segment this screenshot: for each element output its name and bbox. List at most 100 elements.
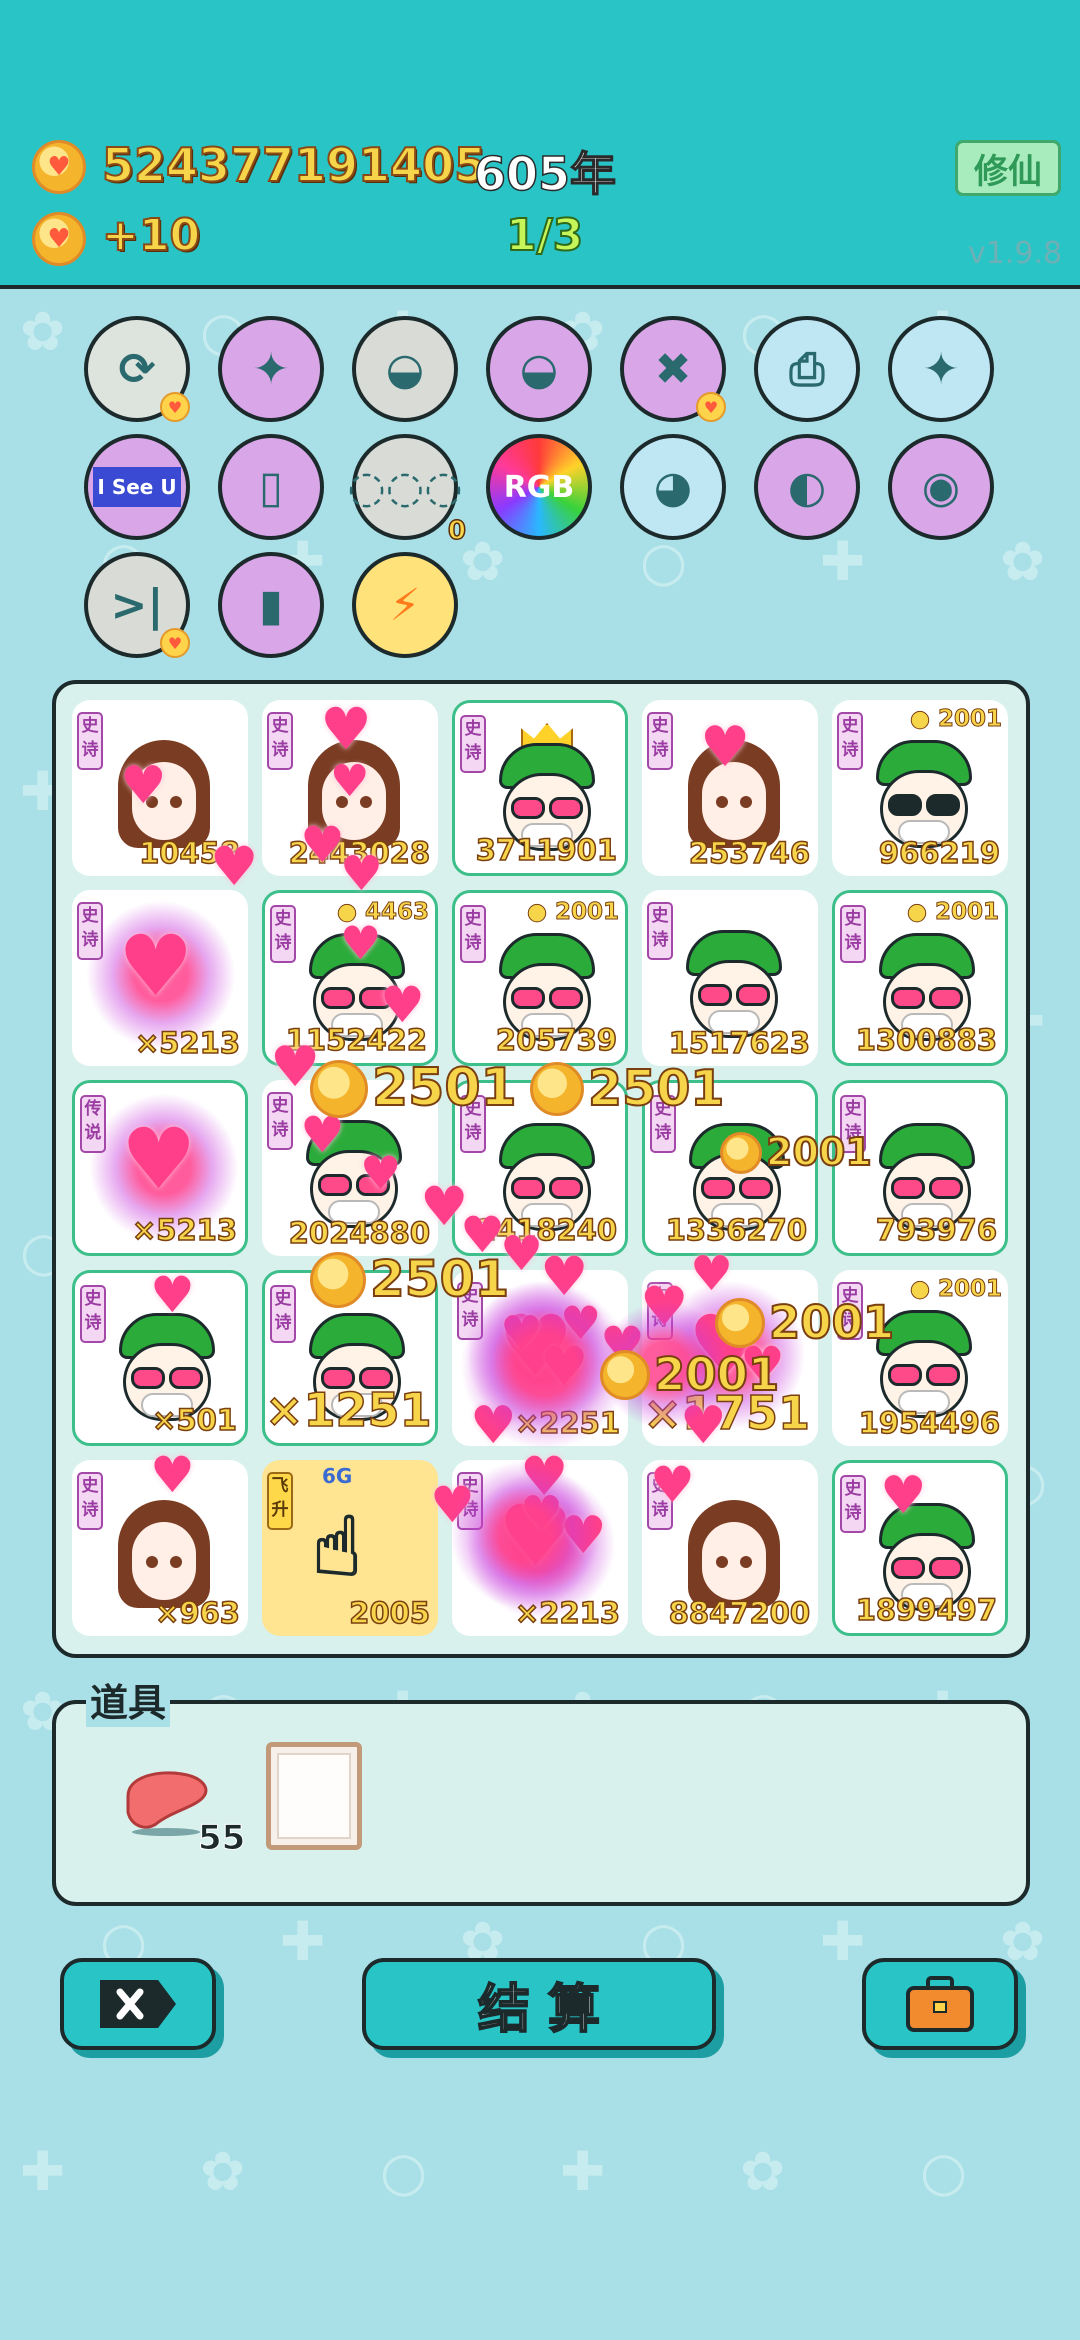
rarity-tag: 史诗 — [840, 905, 866, 963]
board-cell[interactable]: 史诗 ● 2001 1300883 — [832, 890, 1008, 1066]
i-see-u-icon[interactable]: I See U — [84, 434, 190, 540]
cell-value: 793976 — [875, 1212, 998, 1248]
chick-icon[interactable]: ◕ — [620, 434, 726, 540]
cell-bonus: ● 2001 — [906, 899, 999, 926]
board-cell[interactable]: 史诗 ● 2001 966219 — [832, 700, 1008, 876]
board-cell[interactable]: 史诗 ● 2001 205739 — [452, 890, 628, 1066]
board-cell[interactable]: 史诗 1517623 — [642, 890, 818, 1066]
jar-icon[interactable]: ▯ — [218, 434, 324, 540]
bg-decoration: ✿ — [460, 530, 506, 593]
bg-decoration: ✿ — [740, 2140, 786, 2203]
compass-icon-glyph: ✦ — [252, 343, 290, 395]
coin-popup-icon — [310, 1252, 366, 1308]
level-progress: 1/3 — [505, 209, 584, 262]
briefcase-icon — [906, 1976, 974, 2032]
rarity-tag: 史诗 — [270, 1285, 296, 1343]
cell-bonus: ● 2001 — [526, 899, 619, 926]
green-hat-character — [686, 930, 786, 1040]
cell-bonus: ● 2001 — [909, 706, 1002, 733]
egg-tray-icon[interactable]: ◌◌◌ 0 — [347, 434, 467, 547]
settle-button[interactable]: 结 算 — [362, 1958, 716, 2050]
backpack-button[interactable] — [862, 1958, 1018, 2050]
floating-heart-icon: ♥ — [150, 1446, 195, 1504]
lightning-icon-glyph: ⚡ — [389, 579, 421, 631]
coin-popup-value: 2001 — [765, 1129, 873, 1175]
rarity-tag: 史诗 — [270, 905, 296, 963]
floating-heart-icon: ♥ — [360, 1146, 402, 1200]
dog-bowl-icon-2-glyph: ◒ — [519, 343, 559, 395]
cell-value: 3711901 — [475, 832, 618, 868]
traffic-light-icon[interactable]: ▮ — [218, 552, 324, 658]
cultivate-button[interactable]: 修仙 — [955, 140, 1061, 196]
cell-bonus: ● 2001 — [909, 1276, 1002, 1303]
floating-heart-icon: ♥ — [330, 756, 370, 807]
floating-heart-icon: ♥ — [690, 1246, 734, 1302]
compass-icon-2[interactable]: ✦ — [888, 316, 994, 422]
rgb-icon-glyph: RGB — [503, 469, 575, 505]
pointing-hand-icon: ☝ — [311, 1499, 363, 1596]
floating-heart-icon: ♥ — [320, 695, 372, 763]
rarity-tag: 史诗 — [267, 712, 293, 770]
rarity-tag: 史诗 — [460, 715, 486, 773]
heart-badge-icon: ♥ — [160, 628, 190, 658]
board-cell[interactable]: 史诗 3711901 — [452, 700, 628, 876]
delete-tag-icon — [100, 1980, 176, 2028]
coin-popup-value: 2501 — [369, 1249, 510, 1309]
bg-decoration: ○ — [380, 2140, 428, 2203]
floating-heart-icon: ♥ — [650, 1456, 695, 1514]
cell-value: 1954496 — [858, 1405, 1001, 1441]
bg-decoration: ✿ — [200, 2140, 246, 2203]
printer-icon-glyph: ⎙ — [789, 343, 825, 395]
board-cell[interactable]: ♥ 传说 ×5213 — [72, 1080, 248, 1256]
jar-icon-glyph: ▯ — [258, 461, 284, 513]
delete-button[interactable] — [60, 1958, 216, 2050]
chick-icon-glyph: ◕ — [653, 461, 693, 513]
lightning-icon[interactable]: ⚡ — [352, 552, 458, 658]
dog-bowl-icon[interactable]: ◒ — [352, 316, 458, 422]
skip-icon-glyph: >| — [110, 579, 164, 631]
compass-icon[interactable]: ✦ — [218, 316, 324, 422]
cell-value: 2024880 — [288, 1215, 431, 1251]
delete-tag-icon[interactable]: ✖ ♥ — [620, 316, 726, 422]
board-cell[interactable]: ♥ 史诗 ×5213 — [72, 890, 248, 1066]
rarity-tag: 史诗 — [77, 902, 103, 960]
frame-item[interactable] — [266, 1742, 362, 1850]
bg-decoration: ✚ — [820, 1910, 866, 1973]
liver-item[interactable]: 55 — [120, 1766, 246, 1859]
coin-popup-icon — [310, 1060, 368, 1118]
skip-icon[interactable]: >| ♥ — [84, 552, 190, 658]
cell-value: ×1251 — [265, 1382, 432, 1438]
delete-tag-icon-glyph: ✖ — [654, 343, 692, 395]
egg-tray-icon-glyph: ◌◌◌ — [347, 461, 463, 513]
board-cell[interactable]: 6G ☝ 飞升 2005 — [262, 1460, 438, 1636]
floating-heart-icon: ♥ — [380, 976, 425, 1034]
cell-value: 1336270 — [665, 1212, 808, 1248]
cell-value: 966219 — [878, 835, 1001, 871]
coin-popup-icon — [530, 1062, 584, 1116]
bg-decoration: ✿ — [20, 300, 66, 363]
rgb-icon[interactable]: RGB — [486, 434, 592, 540]
rarity-tag: 传说 — [80, 1095, 106, 1153]
refresh-icon[interactable]: ⟳ ♥ — [84, 316, 190, 422]
icon-count: 0 — [447, 515, 467, 547]
refresh-icon-glyph: ⟳ — [118, 343, 156, 395]
i-see-u-icon-glyph: I See U — [93, 467, 181, 507]
girl-character — [116, 1500, 216, 1610]
printer-icon[interactable]: ⎙ — [754, 316, 860, 422]
top-status-bar: ♥ 524377191405 605年 ♥ +10 1/3 修仙 v1.9.8 — [0, 0, 1080, 289]
rarity-tag: 史诗 — [840, 1475, 866, 1533]
items-panel: 55 — [52, 1700, 1030, 1906]
bg-decoration: ✚ — [820, 530, 866, 593]
egg-icon[interactable]: ◉ — [888, 434, 994, 540]
cell-value: 1300883 — [855, 1022, 998, 1058]
bg-decoration: ✿ — [1000, 530, 1046, 593]
hand-label: 6G — [322, 1464, 353, 1488]
version-label: v1.9.8 — [968, 236, 1063, 271]
bg-decoration: ✚ — [560, 2140, 606, 2203]
cell-value: ×5213 — [134, 1025, 241, 1061]
year-counter: 605年 — [473, 146, 617, 202]
rarity-tag: 史诗 — [77, 712, 103, 770]
bg-decoration: ○ — [920, 2140, 968, 2203]
dog-bowl-icon-2[interactable]: ◒ — [486, 316, 592, 422]
eyepatch-icon[interactable]: ◐ — [754, 434, 860, 540]
